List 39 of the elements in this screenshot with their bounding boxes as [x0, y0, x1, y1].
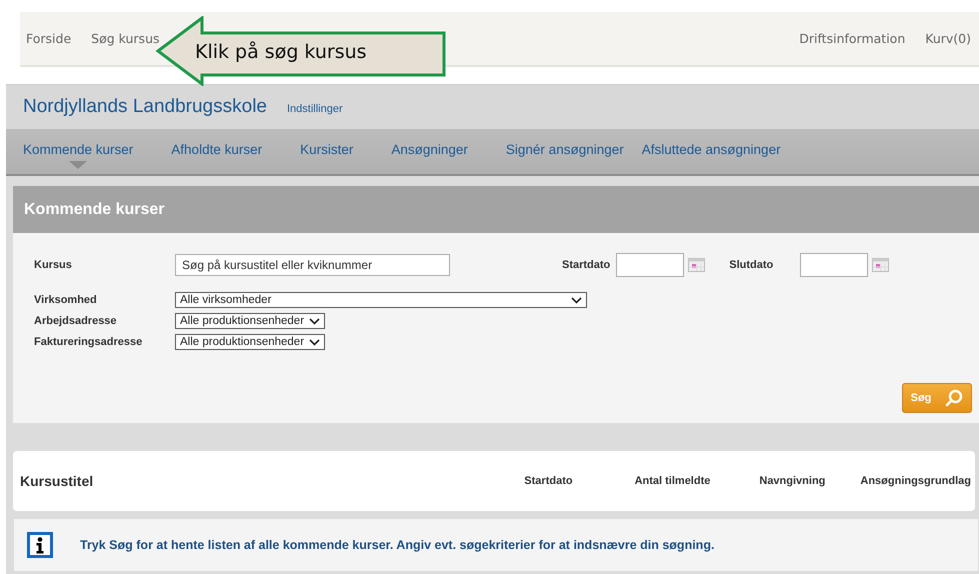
dropdown[interactable]: Alle virksomheder: [175, 292, 587, 308]
field-label: Slutdato: [729, 259, 774, 271]
field-label: Arbejdsadresse: [34, 315, 118, 327]
dropdown[interactable]: Alle produktionsenheder: [175, 313, 325, 329]
callout-text: Klik på søg kursus: [195, 41, 367, 63]
nav-link[interactable]: Driftsinformation: [799, 31, 906, 46]
course-search-field[interactable]: Søg på kursustitel eller kviknummer: [175, 254, 450, 276]
info-message: Tryk Søg for at hente listen af alle kommende kurser. Angiv evt. søgekriterier for at indsnævre din søgning.: [80, 538, 714, 552]
calendar-icon[interactable]: [872, 258, 890, 272]
column-header: Kursustitel: [20, 473, 94, 489]
chevron-down-icon: [309, 338, 320, 346]
calendar-icon[interactable]: [688, 258, 706, 272]
field-label: Kursus: [34, 259, 73, 271]
column-header: Navngivning: [759, 475, 826, 487]
info-icon: [27, 532, 53, 558]
end-date-field[interactable]: [800, 253, 868, 277]
tab[interactable]: Kursister: [300, 129, 354, 182]
field-label: Startdato: [562, 259, 610, 271]
search-icon: [945, 389, 964, 407]
settings-link[interactable]: Indstillinger: [286, 102, 343, 114]
tab[interactable]: Ansøgninger: [391, 129, 468, 182]
tab[interactable]: Afholdte kurser: [171, 129, 262, 182]
tab[interactable]: Signér ansøgninger: [506, 129, 624, 182]
column-header: Ansøgningsgrundlag: [860, 475, 971, 487]
chevron-down-icon: [571, 296, 582, 304]
panel-title: Kommende kurser: [24, 200, 164, 218]
column-header: Startdato: [524, 475, 573, 487]
school-name: Nordjyllands Landbrugsskole: [23, 96, 267, 118]
nav-link[interactable]: Kurv(0): [925, 31, 971, 46]
column-header: Antal tilmeldte: [634, 475, 710, 487]
tab[interactable]: Kommende kurser: [23, 129, 134, 182]
start-date-field[interactable]: [616, 253, 684, 277]
field-label: Virksomhed: [34, 294, 98, 306]
chevron-down-icon: [309, 318, 320, 324]
field-label: Faktureringsadresse: [34, 336, 144, 348]
nav-link[interactable]: Søg kursus: [91, 31, 160, 46]
nav-link[interactable]: Forside: [26, 31, 72, 46]
tab[interactable]: Afsluttede ansøgninger: [642, 129, 781, 182]
dropdown[interactable]: Alle produktionsenheder: [175, 334, 325, 350]
